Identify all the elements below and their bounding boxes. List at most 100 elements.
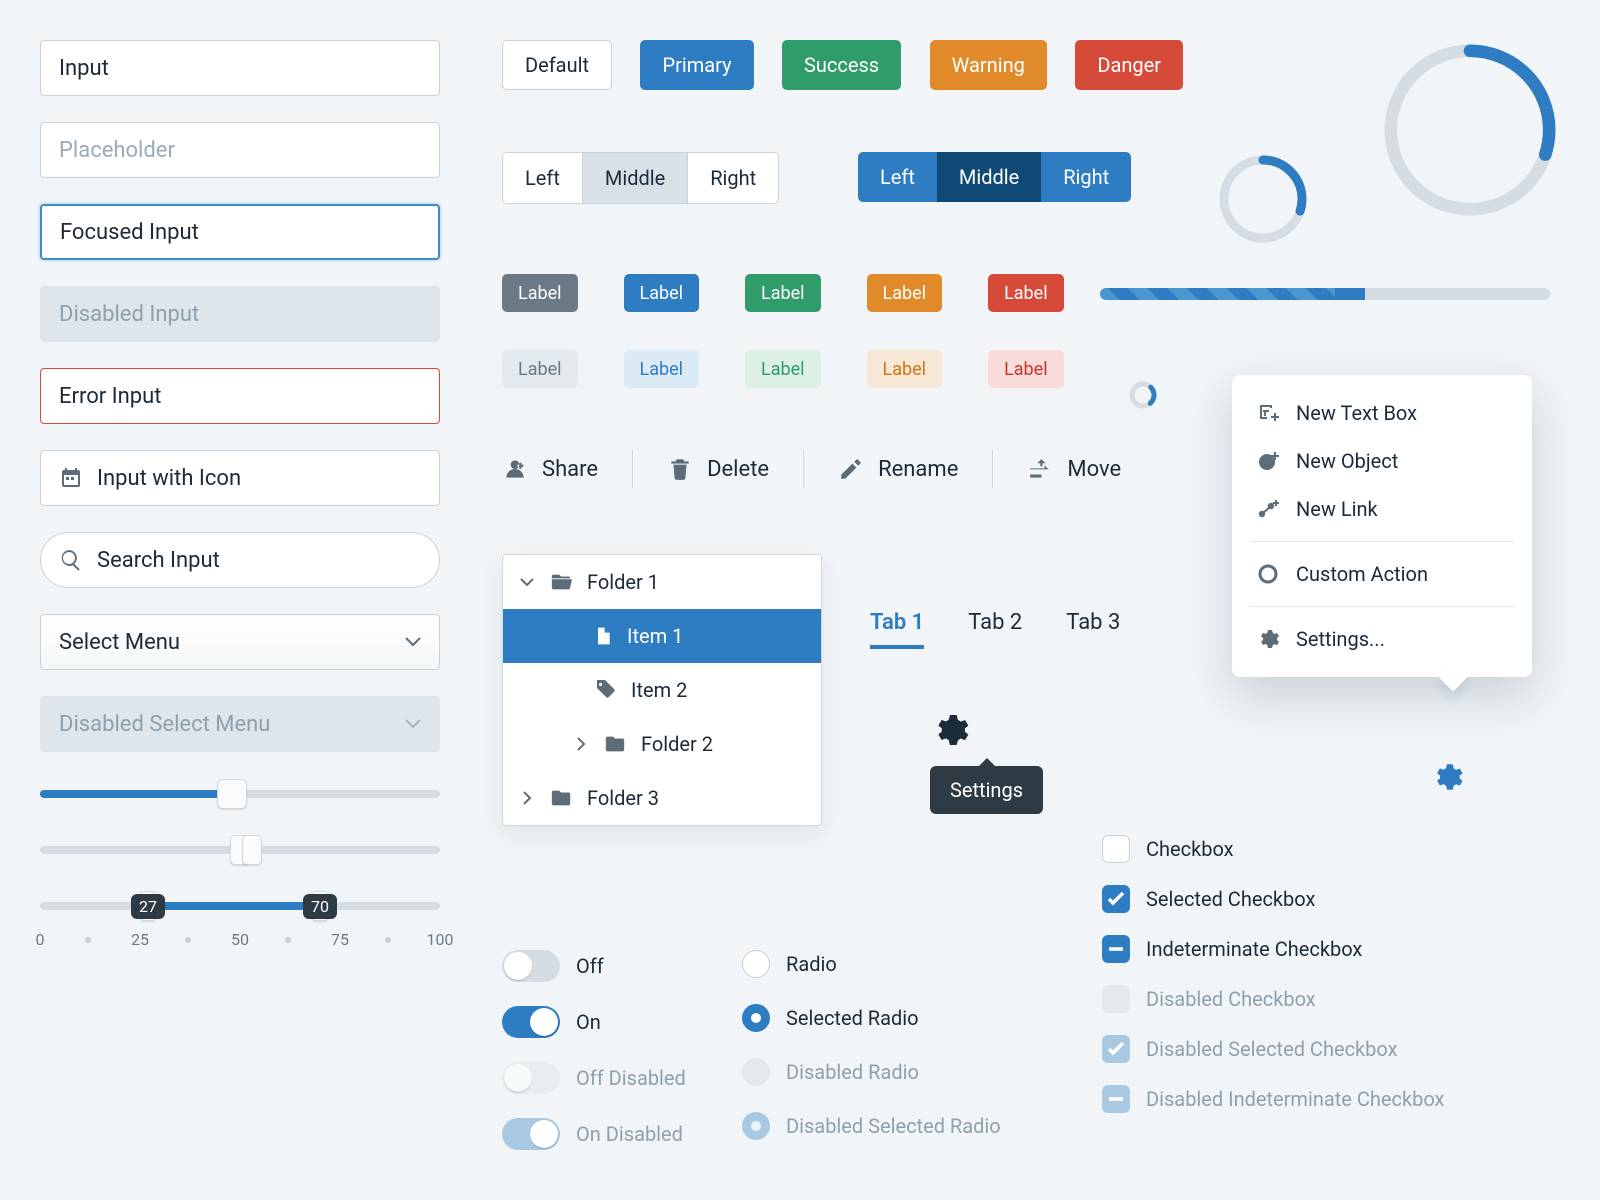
- label-red: Label: [988, 274, 1064, 312]
- chevron-down-icon: [405, 636, 421, 648]
- button-success[interactable]: Success: [782, 40, 901, 90]
- spinner-icon: [1128, 380, 1158, 410]
- radio-unselected[interactable]: Radio: [742, 950, 1001, 978]
- gear-icon[interactable]: [930, 710, 970, 750]
- chevron-down-icon: [519, 574, 535, 590]
- text-box-plus-icon: [1256, 401, 1280, 425]
- button-danger[interactable]: Danger: [1075, 40, 1183, 90]
- gear-icon[interactable]: [1430, 760, 1464, 794]
- checkbox-box[interactable]: [1102, 885, 1130, 913]
- tab-3[interactable]: Tab 3: [1066, 610, 1120, 649]
- toolbar-share[interactable]: Share: [502, 456, 598, 482]
- text-input-disabled: Disabled Input: [40, 286, 440, 342]
- search-input[interactable]: Search Input: [40, 532, 440, 588]
- toggle-off[interactable]: Off: [502, 950, 686, 982]
- input-placeholder: Placeholder: [59, 138, 175, 163]
- button-primary[interactable]: Primary: [640, 40, 753, 90]
- switch[interactable]: [502, 950, 560, 982]
- button-default[interactable]: Default: [502, 40, 612, 90]
- select-menu[interactable]: Select Menu: [40, 614, 440, 670]
- toggle-on[interactable]: On: [502, 1006, 686, 1038]
- tree-folder-1[interactable]: Folder 1: [503, 555, 821, 609]
- pencil-icon: [838, 456, 864, 482]
- segment-light[interactable]: Left Middle Right: [502, 152, 779, 204]
- progress-ring-large: [1380, 40, 1560, 220]
- link-plus-icon: [1256, 497, 1280, 521]
- slider-scale: 0 25 50 75 100: [40, 930, 440, 952]
- tag-icon: [593, 678, 617, 702]
- input-value: Disabled Input: [59, 302, 199, 327]
- slider-single[interactable]: [40, 778, 440, 810]
- progress-bar: [1100, 288, 1550, 300]
- tree-view[interactable]: Folder 1 Item 1 Item 2 Folder 2 Folder 3: [502, 554, 822, 826]
- text-input[interactable]: Input: [40, 40, 440, 96]
- radio-dot[interactable]: [742, 1004, 770, 1032]
- switch: [502, 1062, 560, 1094]
- label-gray: Label: [502, 274, 578, 312]
- menu-settings[interactable]: Settings...: [1232, 615, 1532, 663]
- segment-light-left[interactable]: Left: [503, 153, 583, 203]
- radio-selected[interactable]: Selected Radio: [742, 1004, 1001, 1032]
- radio-dot[interactable]: [742, 950, 770, 978]
- chevron-down-icon: [405, 718, 421, 730]
- checkbox-disabled-indeterminate: Disabled Indeterminate Checkbox: [1102, 1085, 1444, 1113]
- toggle-on-disabled: On Disabled: [502, 1118, 686, 1150]
- label-soft-orange: Label: [867, 350, 943, 388]
- toolbar-rename[interactable]: Rename: [838, 456, 958, 482]
- button-warning[interactable]: Warning: [930, 40, 1047, 90]
- circle-outline-icon: [1256, 562, 1280, 586]
- label-blue: Label: [624, 274, 700, 312]
- search-icon: [59, 548, 83, 572]
- label-green: Label: [745, 274, 821, 312]
- checkbox-unchecked[interactable]: Checkbox: [1102, 835, 1444, 863]
- tree-item-1[interactable]: Item 1: [503, 609, 821, 663]
- menu-new-link[interactable]: New Link: [1232, 485, 1532, 533]
- menu-new-text-box[interactable]: New Text Box: [1232, 389, 1532, 437]
- tab-bar[interactable]: Tab 1 Tab 2 Tab 3: [870, 610, 1120, 649]
- folder-icon: [549, 787, 573, 809]
- radio-disabled: Disabled Radio: [742, 1058, 1001, 1086]
- segment-blue-right[interactable]: Right: [1041, 152, 1131, 202]
- tree-item-2[interactable]: Item 2: [503, 663, 821, 717]
- tab-1[interactable]: Tab 1: [870, 610, 924, 649]
- label-row-soft: Label Label Label Label Label: [502, 350, 1064, 388]
- menu-custom-action[interactable]: Custom Action: [1232, 550, 1532, 598]
- tree-folder-3[interactable]: Folder 3: [503, 771, 821, 825]
- text-input-placeholder[interactable]: Placeholder: [40, 122, 440, 178]
- menu-new-object[interactable]: New Object: [1232, 437, 1532, 485]
- file-icon: [593, 624, 613, 648]
- calendar-icon: [59, 466, 83, 490]
- checkbox-box[interactable]: [1102, 835, 1130, 863]
- slider-ranged[interactable]: 27 70: [40, 890, 440, 922]
- slider-double-thumb[interactable]: [40, 834, 440, 866]
- segment-blue-middle[interactable]: Middle: [937, 152, 1041, 202]
- context-menu[interactable]: New Text Box New Object New Link Custom …: [1232, 375, 1532, 677]
- tab-2[interactable]: Tab 2: [968, 610, 1022, 649]
- text-input-with-icon[interactable]: Input with Icon: [40, 450, 440, 506]
- label-soft-blue: Label: [624, 350, 700, 388]
- text-input-error[interactable]: Error Input: [40, 368, 440, 424]
- select-menu-disabled: Disabled Select Menu: [40, 696, 440, 752]
- settings-with-tooltip: Settings: [930, 710, 1043, 814]
- switch[interactable]: [502, 1006, 560, 1038]
- toggle-list: Off On Off Disabled On Disabled: [502, 950, 686, 1150]
- text-input-focused[interactable]: Focused Input: [40, 204, 440, 260]
- radio-list: Radio Selected Radio Disabled Radio Disa…: [742, 950, 1001, 1140]
- toolbar-delete[interactable]: Delete: [667, 456, 769, 482]
- segment-light-middle[interactable]: Middle: [583, 153, 688, 203]
- toggle-off-disabled: Off Disabled: [502, 1062, 686, 1094]
- select-value: Disabled Select Menu: [59, 712, 270, 737]
- radio-dot: [742, 1058, 770, 1086]
- toolbar-move[interactable]: Move: [1027, 456, 1121, 482]
- select-value: Select Menu: [59, 630, 180, 655]
- checkbox-indeterminate[interactable]: Indeterminate Checkbox: [1102, 935, 1444, 963]
- checkbox-box: [1102, 985, 1130, 1013]
- switch: [502, 1118, 560, 1150]
- circle-plus-icon: [1256, 449, 1280, 473]
- checkbox-box[interactable]: [1102, 935, 1130, 963]
- checkbox-selected[interactable]: Selected Checkbox: [1102, 885, 1444, 913]
- segment-blue[interactable]: Left Middle Right: [858, 152, 1131, 202]
- tree-folder-2[interactable]: Folder 2: [503, 717, 821, 771]
- segment-blue-left[interactable]: Left: [858, 152, 937, 202]
- segment-light-right[interactable]: Right: [688, 153, 778, 203]
